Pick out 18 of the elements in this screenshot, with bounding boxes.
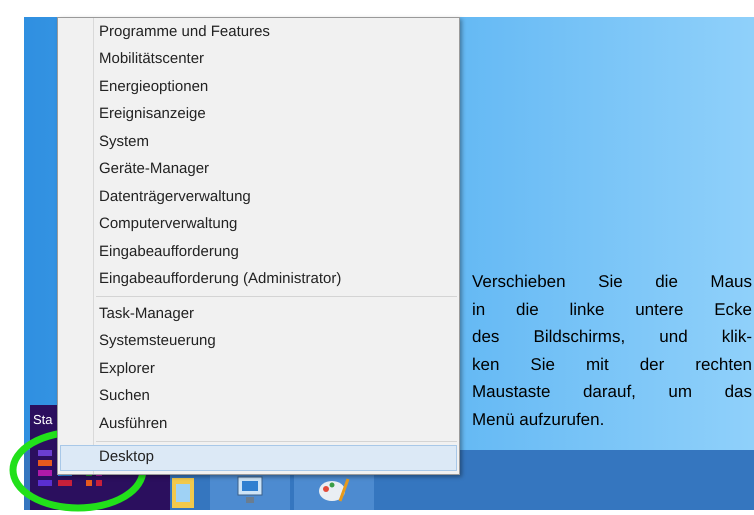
- menu-item[interactable]: Eingabeaufforderung: [60, 238, 457, 266]
- menu-item[interactable]: Mobilitätscenter: [60, 46, 457, 73]
- menu-item[interactable]: Ausführen: [60, 410, 457, 438]
- menu-item[interactable]: Ereignisanzeige: [60, 100, 457, 128]
- start-label: Sta: [33, 411, 53, 429]
- menu-item[interactable]: Datenträgerverwaltung: [60, 183, 457, 210]
- menu-item[interactable]: Eingabeaufforderung (Administrator): [60, 266, 457, 293]
- menu-item[interactable]: Systemsteuerung: [60, 328, 457, 355]
- menu-item[interactable]: Suchen: [60, 382, 457, 410]
- menu-item[interactable]: Energieoptionen: [60, 73, 457, 100]
- menu-item[interactable]: Geräte-Manager: [60, 156, 457, 183]
- menu-item[interactable]: Desktop: [60, 444, 457, 470]
- menu-item[interactable]: Explorer: [60, 355, 457, 382]
- instruction-paragraph: Verschieben Sie die Maus in die linke untere Ecke des Bildschirms, und klik- ken Sie mit der rechten Maustaste darauf, um das Menü aufzurufen.: [472, 271, 752, 430]
- menu-item[interactable]: Task-Manager: [60, 300, 457, 328]
- menu-item[interactable]: System: [60, 128, 457, 156]
- menu-item[interactable]: Programme und Features: [60, 18, 457, 46]
- menu-item[interactable]: Computerverwaltung: [60, 210, 457, 238]
